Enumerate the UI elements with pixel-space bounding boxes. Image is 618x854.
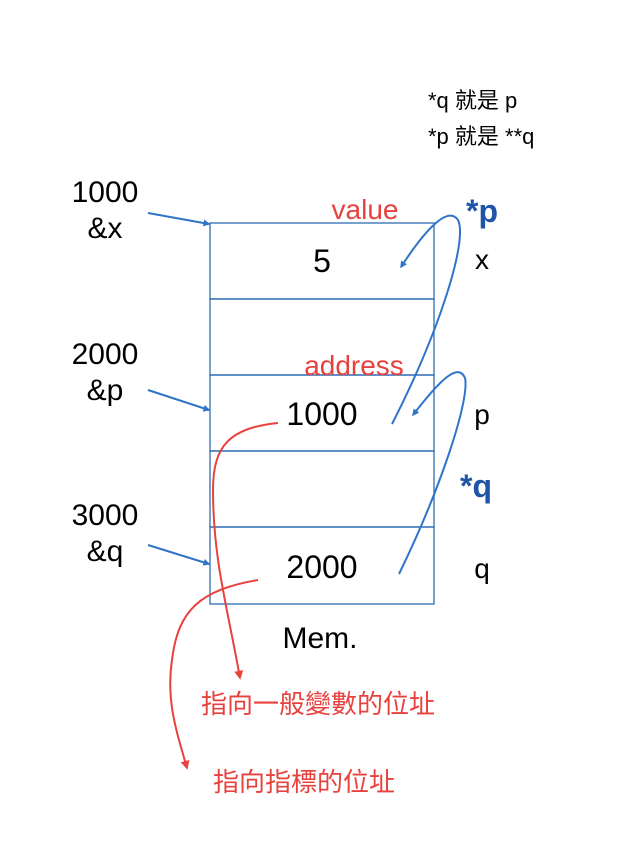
arrow-address-q <box>147 544 211 566</box>
address-value-p: 2000 <box>72 338 139 371</box>
pointer-memory-diagram: *q 就是 p *p 就是 **q 1000 &x 2000 &p 3000 &… <box>72 88 535 797</box>
cell-value-q: 2000 <box>286 549 357 585</box>
arrow-pointer <box>169 579 259 770</box>
cell-value-p: 1000 <box>286 396 357 432</box>
address-ref-x: &x <box>87 212 122 245</box>
arrow-general-variable <box>211 422 279 680</box>
label-deref-p: *p <box>466 193 498 229</box>
cell-value-x: 5 <box>313 243 331 279</box>
arrow-deref-p <box>391 214 462 425</box>
label-value: value <box>332 194 399 225</box>
caption-general-variable: 指向一般變數的位址 <box>201 689 435 719</box>
arrow-address-p <box>147 389 211 412</box>
memory-cell-4 <box>209 450 435 528</box>
label-address: address <box>304 350 404 381</box>
caption-pointer: 指向指標的位址 <box>213 767 395 797</box>
label-deref-q: *q <box>460 468 492 504</box>
memory-label: Mem. <box>283 622 358 655</box>
address-ref-p: &p <box>87 374 124 407</box>
note-p-equals-qq: *p 就是 **q <box>428 124 534 149</box>
arrow-deref-q <box>398 371 467 575</box>
note-q-equals-p: *q 就是 p <box>428 88 517 113</box>
address-label-q: 3000 &q <box>72 499 139 568</box>
address-value-q: 3000 <box>72 499 139 532</box>
variable-name-x: x <box>475 244 489 275</box>
address-value-x: 1000 <box>72 176 139 209</box>
address-ref-q: &q <box>87 535 124 568</box>
address-label-p: 2000 &p <box>72 338 139 407</box>
variable-name-q: q <box>474 553 490 584</box>
address-label-x: 1000 &x <box>72 176 139 245</box>
arrow-address-x <box>147 212 211 227</box>
variable-name-p: p <box>474 399 490 430</box>
